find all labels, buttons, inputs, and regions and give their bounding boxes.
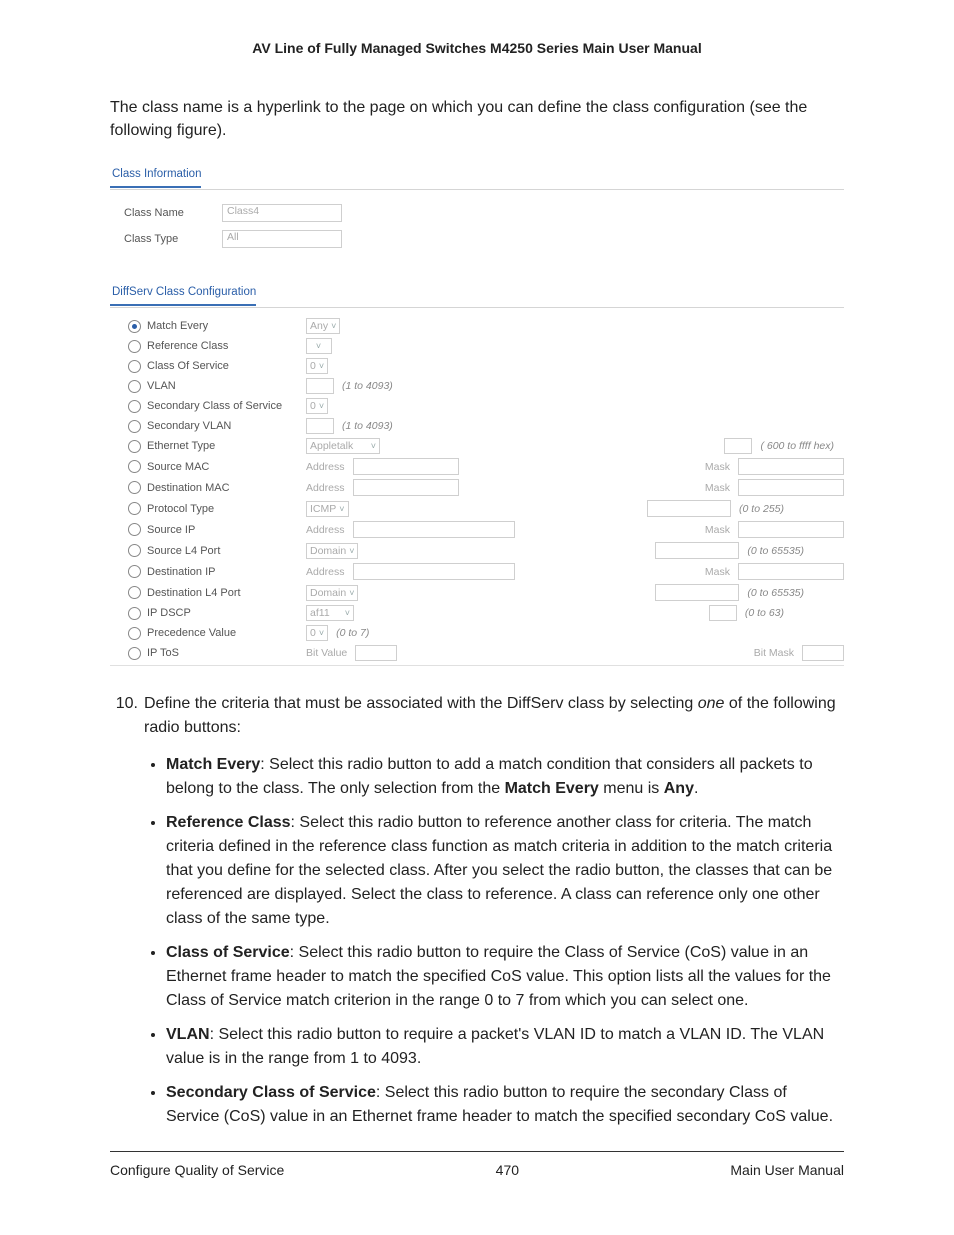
- class-info-title: Class Information: [110, 164, 201, 188]
- intro-text: The class name is a hyperlink to the pag…: [110, 96, 844, 142]
- vlan-range: (1 to 4093): [342, 380, 393, 392]
- src-mac-addr[interactable]: [353, 458, 459, 475]
- ethernet-type-input[interactable]: [724, 438, 752, 454]
- secondary-cos-select[interactable]: 0˅: [306, 398, 328, 414]
- src-ip-addr[interactable]: [353, 521, 515, 538]
- radio-ip-dscp[interactable]: IP DSCP: [110, 607, 300, 620]
- tos-bitvalue[interactable]: [355, 645, 397, 661]
- protocol-select[interactable]: ICMP˅: [306, 501, 349, 517]
- class-info-panel: Class Information Class Name Class4 Clas…: [110, 164, 844, 256]
- radio-label: Match Every: [147, 320, 208, 332]
- class-name-input[interactable]: Class4: [222, 204, 342, 222]
- dst-ip-addr[interactable]: [353, 563, 515, 580]
- radio-protocol-type[interactable]: Protocol Type: [110, 502, 300, 515]
- secondary-vlan-input[interactable]: [306, 418, 334, 434]
- page-title: AV Line of Fully Managed Switches M4250 …: [110, 40, 844, 56]
- dst-l4-select[interactable]: Domain˅: [306, 585, 358, 601]
- vlan-input[interactable]: [306, 378, 334, 394]
- page-footer: Configure Quality of Service 470 Main Us…: [110, 1151, 844, 1178]
- match-every-select[interactable]: Any˅: [306, 318, 340, 334]
- reference-class-select[interactable]: ˅: [306, 338, 332, 354]
- step-10: 10. Define the criteria that must be ass…: [110, 692, 844, 738]
- radio-reference-class[interactable]: Reference Class: [110, 340, 300, 353]
- bullet-secondary-cos: Secondary Class of Service: Select this …: [166, 1081, 844, 1129]
- radio-ip-tos[interactable]: IP ToS: [110, 647, 300, 660]
- radio-source-l4[interactable]: Source L4 Port: [110, 544, 300, 557]
- cos-select[interactable]: 0˅: [306, 358, 328, 374]
- tos-bitmask[interactable]: [802, 645, 844, 661]
- radio-dest-ip[interactable]: Destination IP: [110, 565, 300, 578]
- dscp-select[interactable]: af11˅: [306, 605, 354, 621]
- bullet-reference-class: Reference Class: Select this radio butto…: [166, 811, 844, 931]
- radio-precedence[interactable]: Precedence Value: [110, 627, 300, 640]
- ethernet-type-select[interactable]: Appletalk˅: [306, 438, 380, 454]
- radio-secondary-cos[interactable]: Secondary Class of Service: [110, 400, 300, 413]
- class-name-label: Class Name: [124, 207, 214, 219]
- precedence-select[interactable]: 0˅: [306, 625, 328, 641]
- radio-secondary-vlan[interactable]: Secondary VLAN: [110, 420, 300, 433]
- src-l4-select[interactable]: Domain˅: [306, 543, 358, 559]
- footer-left: Configure Quality of Service: [110, 1162, 284, 1178]
- bullet-match-every: Match Every: Select this radio button to…: [166, 753, 844, 801]
- bullet-vlan: VLAN: Select this radio button to requir…: [166, 1023, 844, 1071]
- dst-ip-mask[interactable]: [738, 563, 844, 580]
- src-mac-mask[interactable]: [738, 458, 844, 475]
- bullet-class-of-service: Class of Service: Select this radio butt…: [166, 941, 844, 1013]
- radio-class-of-service[interactable]: Class Of Service: [110, 360, 300, 373]
- step-number: 10.: [110, 692, 138, 738]
- radio-ethernet-type[interactable]: Ethernet Type: [110, 440, 300, 453]
- footer-page-number: 470: [496, 1162, 519, 1178]
- dst-l4-input[interactable]: [655, 584, 739, 601]
- radio-match-every[interactable]: Match Every: [110, 320, 300, 333]
- bullet-list: Match Every: Select this radio button to…: [144, 753, 844, 1129]
- dscp-input[interactable]: [709, 605, 737, 621]
- diffserv-panel: DiffServ Class Configuration Match Every…: [110, 282, 844, 666]
- radio-source-ip[interactable]: Source IP: [110, 523, 300, 536]
- class-type-label: Class Type: [124, 233, 214, 245]
- chevron-down-icon: ˅: [331, 321, 336, 331]
- src-l4-input[interactable]: [655, 542, 739, 559]
- radio-icon: [128, 320, 141, 333]
- radio-source-mac[interactable]: Source MAC: [110, 460, 300, 473]
- src-ip-mask[interactable]: [738, 521, 844, 538]
- radio-dest-l4[interactable]: Destination L4 Port: [110, 586, 300, 599]
- protocol-input[interactable]: [647, 500, 731, 517]
- diffserv-title: DiffServ Class Configuration: [110, 282, 256, 306]
- dst-mac-mask[interactable]: [738, 479, 844, 496]
- footer-right: Main User Manual: [730, 1162, 844, 1178]
- dst-mac-addr[interactable]: [353, 479, 459, 496]
- class-type-input[interactable]: All: [222, 230, 342, 248]
- radio-dest-mac[interactable]: Destination MAC: [110, 481, 300, 494]
- radio-vlan[interactable]: VLAN: [110, 380, 300, 393]
